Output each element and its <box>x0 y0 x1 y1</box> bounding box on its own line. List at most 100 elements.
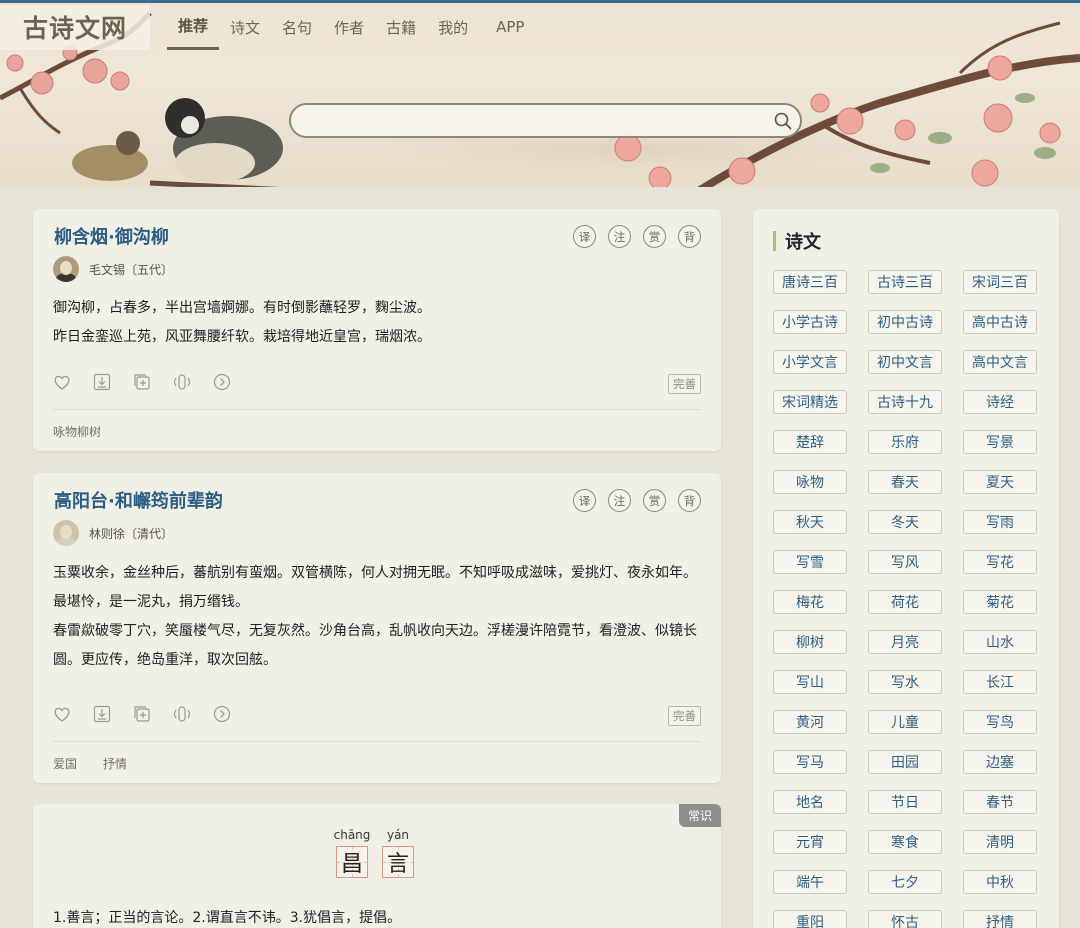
sidebar-tag-button[interactable]: 重阳 <box>773 910 847 928</box>
char-column: yán 言 <box>381 828 415 878</box>
sidebar-tag-button[interactable]: 诗经 <box>963 390 1037 414</box>
notes-button[interactable]: 注 <box>608 489 631 512</box>
search-button[interactable] <box>766 105 800 136</box>
poem-tag[interactable]: 抒情 <box>103 755 127 772</box>
avatar[interactable] <box>53 520 79 546</box>
poem-content: 玉粟收余，金丝种后，蕃航别有蛮烟。双管横陈，何人对拥无眠。不知呼吸成滋味，爱挑灯… <box>53 559 703 675</box>
sidebar-tag-button[interactable]: 初中文言 <box>868 350 942 374</box>
sidebar-tag-button[interactable]: 写水 <box>868 670 942 694</box>
sidebar-tag-button[interactable]: 古诗三百 <box>868 270 942 294</box>
sidebar-tag-button[interactable]: 写山 <box>773 670 847 694</box>
sidebar-tag-button[interactable]: 写雪 <box>773 550 847 574</box>
sidebar-tag-button[interactable]: 田园 <box>868 750 942 774</box>
sidebar-tag-button[interactable]: 儿童 <box>868 710 942 734</box>
chevron-right-circle-icon[interactable] <box>213 373 231 391</box>
author-link[interactable]: 毛文锡〔五代〕 <box>89 261 173 278</box>
author-row: 林则徐〔清代〕 <box>53 520 173 546</box>
sidebar-tag-button[interactable]: 写马 <box>773 750 847 774</box>
poem-tag[interactable]: 爱国 <box>53 755 77 772</box>
nav-tab-authors[interactable]: 作者 <box>323 5 375 50</box>
audio-icon[interactable] <box>173 373 191 391</box>
recite-button[interactable]: 背 <box>678 225 701 248</box>
download-icon[interactable] <box>93 705 111 723</box>
sidebar-tag-button[interactable]: 写风 <box>868 550 942 574</box>
sidebar-tag-button[interactable]: 小学古诗 <box>773 310 847 334</box>
sidebar-tag-button[interactable]: 元宵 <box>773 830 847 854</box>
chevron-right-circle-icon[interactable] <box>213 705 231 723</box>
poem-card: 柳含烟·御沟柳 译 注 赏 背 毛文锡〔五代〕 御沟柳，占春多，半出宫墙婀娜。有… <box>33 209 721 451</box>
sidebar-tag-button[interactable]: 宋词精选 <box>773 390 847 414</box>
sidebar-tag-button[interactable]: 高中古诗 <box>963 310 1037 334</box>
sidebar-tag-button[interactable]: 楚辞 <box>773 430 847 454</box>
sidebar-tag-button[interactable]: 乐府 <box>868 430 942 454</box>
sidebar-tag-button[interactable]: 写花 <box>963 550 1037 574</box>
appreciation-button[interactable]: 赏 <box>643 225 666 248</box>
translate-button[interactable]: 译 <box>573 225 596 248</box>
sidebar-tag-button[interactable]: 黄河 <box>773 710 847 734</box>
nav-tab-app[interactable]: APP <box>485 5 535 50</box>
sidebar-tag-button[interactable]: 中秋 <box>963 870 1037 894</box>
sidebar-tag-button[interactable]: 梅花 <box>773 590 847 614</box>
poem-title[interactable]: 高阳台·和嶰筠前辈韵 <box>54 487 223 513</box>
sidebar-tag-button[interactable]: 节日 <box>868 790 942 814</box>
sidebar-tag-button[interactable]: 端午 <box>773 870 847 894</box>
poem-tag[interactable]: 咏物柳树 <box>53 423 101 440</box>
pinyin-label: yán <box>386 828 410 842</box>
nav-tab-poems[interactable]: 诗文 <box>219 5 271 50</box>
search-input[interactable] <box>291 105 766 136</box>
sidebar-tag-button[interactable]: 夏天 <box>963 470 1037 494</box>
sidebar-tag-button[interactable]: 宋词三百 <box>963 270 1037 294</box>
author-link[interactable]: 林则徐〔清代〕 <box>89 525 173 542</box>
nav-tab-mine[interactable]: 我的 <box>427 5 479 50</box>
improve-button[interactable]: 完善 <box>668 706 701 726</box>
sidebar-tag-button[interactable]: 寒食 <box>868 830 942 854</box>
poem-line: 御沟柳，占春多，半出宫墙婀娜。有时倒影蘸轻罗，麴尘波。 <box>53 300 431 316</box>
sidebar-tag-button[interactable]: 荷花 <box>868 590 942 614</box>
audio-icon[interactable] <box>173 705 191 723</box>
sidebar-tag-button[interactable]: 七夕 <box>868 870 942 894</box>
sidebar-tag-button[interactable]: 冬天 <box>868 510 942 534</box>
copy-icon[interactable] <box>133 705 151 723</box>
sidebar-tag-button[interactable]: 春节 <box>963 790 1037 814</box>
sidebar-tag-button[interactable]: 古诗十九 <box>868 390 942 414</box>
recite-button[interactable]: 背 <box>678 489 701 512</box>
notes-button[interactable]: 注 <box>608 225 631 248</box>
sidebar-tag-button[interactable]: 月亮 <box>868 630 942 654</box>
copy-icon[interactable] <box>133 373 151 391</box>
nav-tab-recommend[interactable]: 推荐 <box>167 5 220 50</box>
sidebar-tag-button[interactable]: 咏物 <box>773 470 847 494</box>
sidebar-tag-button[interactable]: 写雨 <box>963 510 1037 534</box>
download-icon[interactable] <box>93 373 111 391</box>
sidebar-tag-button[interactable]: 柳树 <box>773 630 847 654</box>
poem-title[interactable]: 柳含烟·御沟柳 <box>54 223 169 249</box>
logo-area[interactable]: 古诗文网 <box>0 4 150 50</box>
site-logo[interactable]: 古诗文网 <box>23 9 127 45</box>
sidebar-tag-button[interactable]: 唐诗三百 <box>773 270 847 294</box>
sidebar-tag-button[interactable]: 抒情 <box>963 910 1037 928</box>
sidebar-tag-button[interactable]: 秋天 <box>773 510 847 534</box>
favorite-heart-icon[interactable] <box>53 373 71 391</box>
favorite-heart-icon[interactable] <box>53 705 71 723</box>
sidebar-tag-button[interactable]: 怀古 <box>868 910 942 928</box>
sidebar-tag-button[interactable]: 边塞 <box>963 750 1037 774</box>
sidebar-tag-button[interactable]: 菊花 <box>963 590 1037 614</box>
sidebar-tag-button[interactable]: 清明 <box>963 830 1037 854</box>
sidebar-tag-button[interactable]: 春天 <box>868 470 942 494</box>
sidebar-tag-button[interactable]: 写景 <box>963 430 1037 454</box>
sidebar-tag-button[interactable]: 地名 <box>773 790 847 814</box>
improve-button[interactable]: 完善 <box>668 374 701 394</box>
sidebar-tag-button[interactable]: 长江 <box>963 670 1037 694</box>
header-banner: 古诗文网 推荐 诗文 名句 作者 古籍 我的 APP <box>0 0 1080 187</box>
appreciation-button[interactable]: 赏 <box>643 489 666 512</box>
sidebar-tag-button[interactable]: 山水 <box>963 630 1037 654</box>
knowledge-card: 常识 chāng 昌 yán 言 1.善言；正当的言论。2.谓直言不讳。3.犹倡… <box>33 804 721 928</box>
sidebar-tag-button[interactable]: 初中古诗 <box>868 310 942 334</box>
sidebar-tag-button[interactable]: 小学文言 <box>773 350 847 374</box>
nav-tab-classics[interactable]: 古籍 <box>375 5 427 50</box>
sidebar-tag-button[interactable]: 高中文言 <box>963 350 1037 374</box>
author-row: 毛文锡〔五代〕 <box>53 256 173 282</box>
translate-button[interactable]: 译 <box>573 489 596 512</box>
nav-tab-quotes[interactable]: 名句 <box>271 5 323 50</box>
avatar[interactable] <box>53 256 79 282</box>
sidebar-tag-button[interactable]: 写鸟 <box>963 710 1037 734</box>
